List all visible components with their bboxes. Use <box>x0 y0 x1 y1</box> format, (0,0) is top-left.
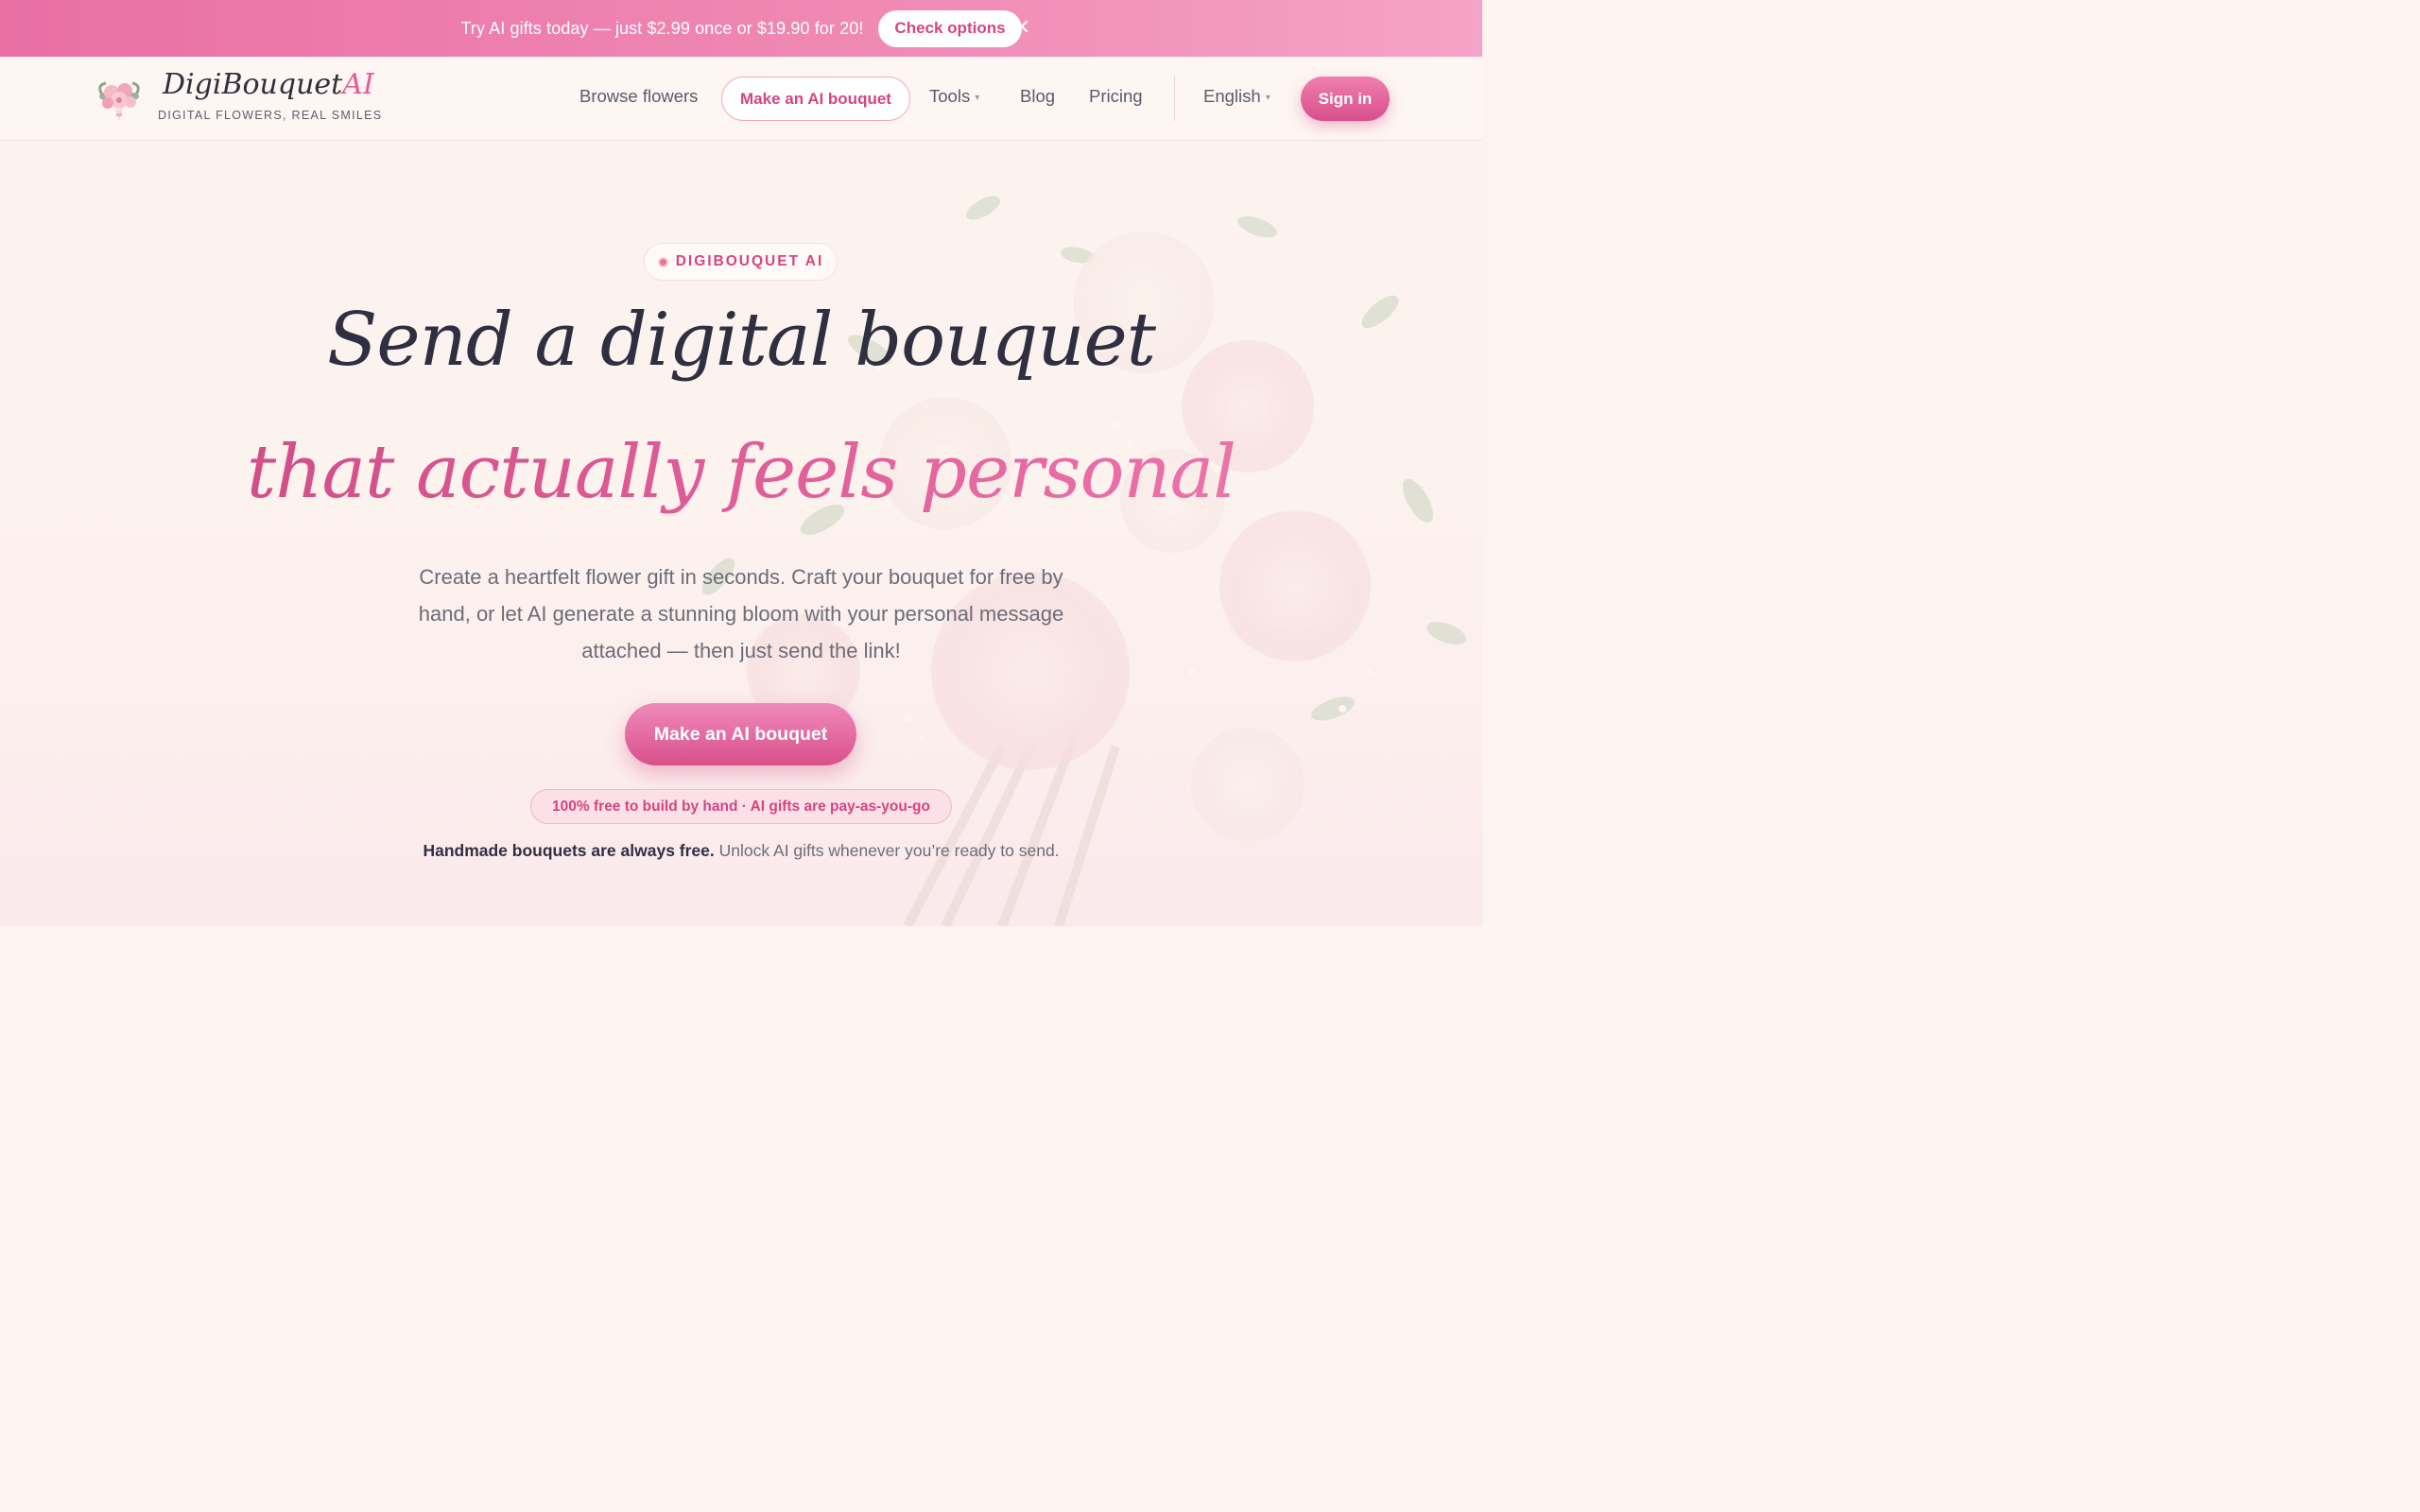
chevron-down-icon: ▾ <box>1265 92 1270 103</box>
chevron-down-icon: ▾ <box>975 92 980 103</box>
logo-tagline: DIGITAL FLOWERS, REAL SMILES <box>158 109 383 122</box>
hero-title-line2: that actually feels personal <box>0 430 1482 515</box>
nav-browse-flowers[interactable]: Browse flowers <box>579 86 698 107</box>
sign-in-button[interactable]: Sign in <box>1301 77 1390 121</box>
site-header: DigiBouquetAI DIGITAL FLOWERS, REAL SMIL… <box>0 57 1482 141</box>
hero-section: DIGIBOUQUET AI Send a digital bouquet th… <box>0 142 1482 926</box>
logo-wordmark[interactable]: DigiBouquetAI <box>163 68 374 101</box>
nav-make-ai-bouquet-button[interactable]: Make an AI bouquet <box>721 77 910 121</box>
free-note-bold: Handmade bouquets are always free. <box>423 841 715 860</box>
brand-badge: DIGIBOUQUET AI <box>644 243 838 281</box>
nav-tools-dropdown[interactable]: Tools ▾ <box>929 86 979 107</box>
language-label: English <box>1203 86 1261 106</box>
badge-label: DIGIBOUQUET AI <box>675 253 824 269</box>
promo-text: Try AI gifts today — just $2.99 once or … <box>460 18 864 38</box>
hero-title-line1: Send a digital bouquet <box>327 298 1156 383</box>
close-icon[interactable]: ✕ <box>1011 17 1032 38</box>
promo-banner: Try AI gifts today — just $2.99 once or … <box>0 0 1482 57</box>
check-options-button[interactable]: Check options <box>878 9 1022 47</box>
nav-divider <box>1174 76 1175 121</box>
bouquet-logo-icon[interactable] <box>93 72 146 125</box>
language-selector[interactable]: English ▾ <box>1203 86 1270 107</box>
logo-name-main: DigiBouquet <box>163 68 343 101</box>
make-ai-bouquet-button[interactable]: Make an AI bouquet <box>625 703 856 765</box>
free-note-rest: Unlock AI gifts whenever you’re ready to… <box>714 841 1060 860</box>
nav-pricing[interactable]: Pricing <box>1089 86 1143 107</box>
badge-dot-icon <box>657 256 668 267</box>
nav-tools-label: Tools <box>929 86 971 106</box>
hero-description: Create a heartfelt flower gift in second… <box>418 565 1064 662</box>
logo-name-ai: AI <box>342 68 374 101</box>
pricing-note-pill: 100% free to build by hand · AI gifts ar… <box>530 789 952 824</box>
free-note: Handmade bouquets are always free. Unloc… <box>0 841 1482 861</box>
nav-blog[interactable]: Blog <box>1020 86 1055 107</box>
